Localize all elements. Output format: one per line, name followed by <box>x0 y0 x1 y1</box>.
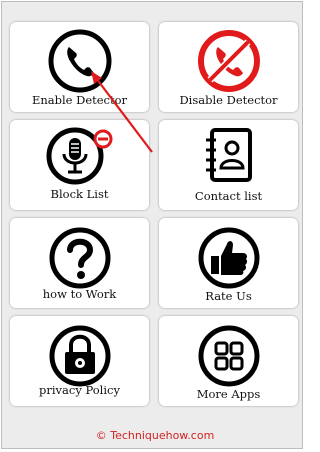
phone-icon <box>48 29 111 93</box>
microphone-block-icon <box>46 127 112 185</box>
block-list-label: Block List <box>50 187 109 201</box>
enable-detector-button[interactable]: Enable Detector <box>10 22 149 112</box>
contact-book-icon <box>205 128 252 182</box>
more-apps-button[interactable]: More Apps <box>159 316 298 406</box>
rate-us-button[interactable]: Rate Us <box>159 218 298 308</box>
thumbs-up-icon <box>198 227 259 289</box>
contact-list-button[interactable]: Contact list <box>159 120 298 210</box>
phone-disabled-icon <box>197 30 260 92</box>
disable-detector-label: Disable Detector <box>179 93 278 107</box>
lock-icon <box>49 325 110 387</box>
footer-credit: © Techniquehow.com <box>95 429 215 442</box>
rate-us-label: Rate Us <box>205 289 252 303</box>
disable-detector-button[interactable]: Disable Detector <box>159 22 298 112</box>
enable-detector-label: Enable Detector <box>31 93 128 107</box>
contact-list-label: Contact list <box>194 189 263 203</box>
question-mark-icon <box>49 227 110 289</box>
how-to-work-button[interactable]: how to Work <box>10 218 149 308</box>
app-frame: Enable Detector Disable Detector Block L… <box>1 1 303 449</box>
how-to-work-label: how to Work <box>42 287 117 301</box>
privacy-policy-label: privacy Policy <box>39 383 120 397</box>
privacy-policy-button[interactable]: privacy Policy <box>10 316 149 406</box>
block-list-button[interactable]: Block List <box>10 120 149 210</box>
more-apps-label: More Apps <box>196 387 261 401</box>
grid-apps-icon <box>198 325 259 387</box>
